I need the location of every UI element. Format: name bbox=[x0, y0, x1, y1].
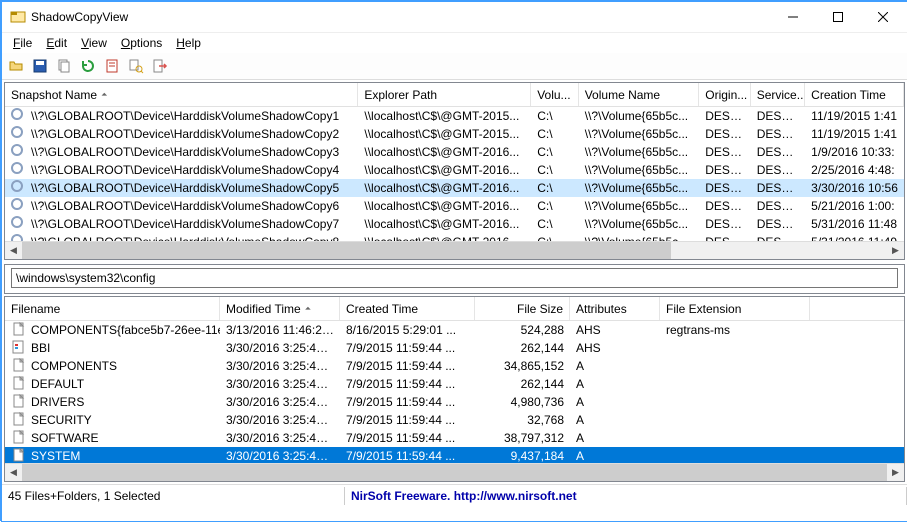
app-icon bbox=[10, 9, 26, 25]
menu-edit[interactable]: Edit bbox=[39, 35, 74, 51]
file-columns: FilenameModified Time⏶Created TimeFile S… bbox=[5, 297, 904, 321]
title-bar: ShadowCopyView bbox=[2, 2, 907, 33]
copy-icon[interactable] bbox=[54, 56, 74, 76]
status-right: NirSoft Freeware. http://www.nirsoft.net bbox=[345, 487, 907, 505]
toolbar bbox=[2, 53, 907, 80]
snapshot-row[interactable]: \\?\GLOBALROOT\Device\HarddiskVolumeShad… bbox=[5, 107, 904, 125]
snapshot-row[interactable]: \\?\GLOBALROOT\Device\HarddiskVolumeShad… bbox=[5, 143, 904, 161]
column-header[interactable]: Attributes bbox=[570, 297, 660, 320]
maximize-button[interactable] bbox=[815, 3, 860, 32]
column-header[interactable]: File Size bbox=[475, 297, 570, 320]
column-header[interactable]: Origin... bbox=[699, 83, 750, 106]
status-left: 45 Files+Folders, 1 Selected bbox=[2, 487, 345, 505]
snapshot-list-panel: Snapshot Name⏶Explorer PathVolu...Volume… bbox=[4, 82, 905, 260]
column-header[interactable]: Creation Time bbox=[805, 83, 904, 106]
column-header[interactable]: Volume Name bbox=[579, 83, 700, 106]
snapshot-row[interactable]: \\?\GLOBALROOT\Device\HarddiskVolumeShad… bbox=[5, 161, 904, 179]
open-folder-icon[interactable] bbox=[6, 56, 26, 76]
column-header[interactable]: Created Time bbox=[340, 297, 475, 320]
snapshot-row[interactable]: \\?\GLOBALROOT\Device\HarddiskVolumeShad… bbox=[5, 197, 904, 215]
path-input[interactable] bbox=[11, 268, 898, 288]
column-header[interactable]: Service... bbox=[751, 83, 805, 106]
scroll-left-icon[interactable]: ◀ bbox=[5, 242, 22, 259]
exit-icon[interactable] bbox=[150, 56, 170, 76]
sort-asc-icon: ⏶ bbox=[101, 90, 107, 100]
file-row[interactable]: SOFTWARE3/30/2016 3:25:41 ...7/9/2015 11… bbox=[5, 429, 904, 447]
refresh-icon[interactable] bbox=[78, 56, 98, 76]
sort-asc-icon: ⏶ bbox=[305, 304, 311, 314]
column-header[interactable]: Modified Time⏶ bbox=[220, 297, 340, 320]
menu-help[interactable]: Help bbox=[169, 35, 208, 51]
scroll-right-icon[interactable]: ▶ bbox=[887, 464, 904, 481]
snapshot-row[interactable]: \\?\GLOBALROOT\Device\HarddiskVolumeShad… bbox=[5, 179, 904, 197]
file-row[interactable]: DRIVERS3/30/2016 3:25:41 ...7/9/2015 11:… bbox=[5, 393, 904, 411]
file-row[interactable]: COMPONENTS{fabce5b7-26ee-11e...3/13/2016… bbox=[5, 321, 904, 339]
snapshot-row[interactable]: \\?\GLOBALROOT\Device\HarddiskVolumeShad… bbox=[5, 125, 904, 143]
path-panel bbox=[4, 264, 905, 294]
scroll-left-icon[interactable]: ◀ bbox=[5, 464, 22, 481]
file-row[interactable]: SECURITY3/30/2016 3:25:41 ...7/9/2015 11… bbox=[5, 411, 904, 429]
file-row[interactable]: BBI3/30/2016 3:25:41 ...7/9/2015 11:59:4… bbox=[5, 339, 904, 357]
column-header[interactable]: Filename bbox=[5, 297, 220, 320]
column-header[interactable]: Volu... bbox=[531, 83, 579, 106]
file-hscrollbar[interactable]: ◀ ▶ bbox=[5, 463, 904, 481]
file-rows: COMPONENTS{fabce5b7-26ee-11e...3/13/2016… bbox=[5, 321, 904, 463]
file-row[interactable]: DEFAULT3/30/2016 3:25:41 ...7/9/2015 11:… bbox=[5, 375, 904, 393]
find-icon[interactable] bbox=[126, 56, 146, 76]
menu-bar: FileEditViewOptionsHelp bbox=[2, 33, 907, 53]
minimize-button[interactable] bbox=[770, 3, 815, 32]
menu-view[interactable]: View bbox=[74, 35, 114, 51]
file-row[interactable]: COMPONENTS3/30/2016 3:25:41 ...7/9/2015 … bbox=[5, 357, 904, 375]
snapshot-hscrollbar[interactable]: ◀ ▶ bbox=[5, 241, 904, 259]
snapshot-rows: \\?\GLOBALROOT\Device\HarddiskVolumeShad… bbox=[5, 107, 904, 241]
snapshot-columns: Snapshot Name⏶Explorer PathVolu...Volume… bbox=[5, 83, 904, 107]
file-list-panel: FilenameModified Time⏶Created TimeFile S… bbox=[4, 296, 905, 482]
save-icon[interactable] bbox=[30, 56, 50, 76]
column-header[interactable]: Explorer Path bbox=[358, 83, 531, 106]
properties-icon[interactable] bbox=[102, 56, 122, 76]
column-header[interactable]: Snapshot Name⏶ bbox=[5, 83, 358, 106]
menu-file[interactable]: File bbox=[6, 35, 39, 51]
status-bar: 45 Files+Folders, 1 Selected NirSoft Fre… bbox=[2, 484, 907, 506]
snapshot-row[interactable]: \\?\GLOBALROOT\Device\HarddiskVolumeShad… bbox=[5, 215, 904, 233]
window-title: ShadowCopyView bbox=[31, 10, 128, 24]
scroll-right-icon[interactable]: ▶ bbox=[887, 242, 904, 259]
file-row[interactable]: SYSTEM3/30/2016 3:25:41 ...7/9/2015 11:5… bbox=[5, 447, 904, 463]
close-button[interactable] bbox=[860, 3, 905, 32]
menu-options[interactable]: Options bbox=[114, 35, 169, 51]
snapshot-row[interactable]: \\?\GLOBALROOT\Device\HarddiskVolumeShad… bbox=[5, 233, 904, 241]
column-header[interactable]: File Extension bbox=[660, 297, 810, 320]
